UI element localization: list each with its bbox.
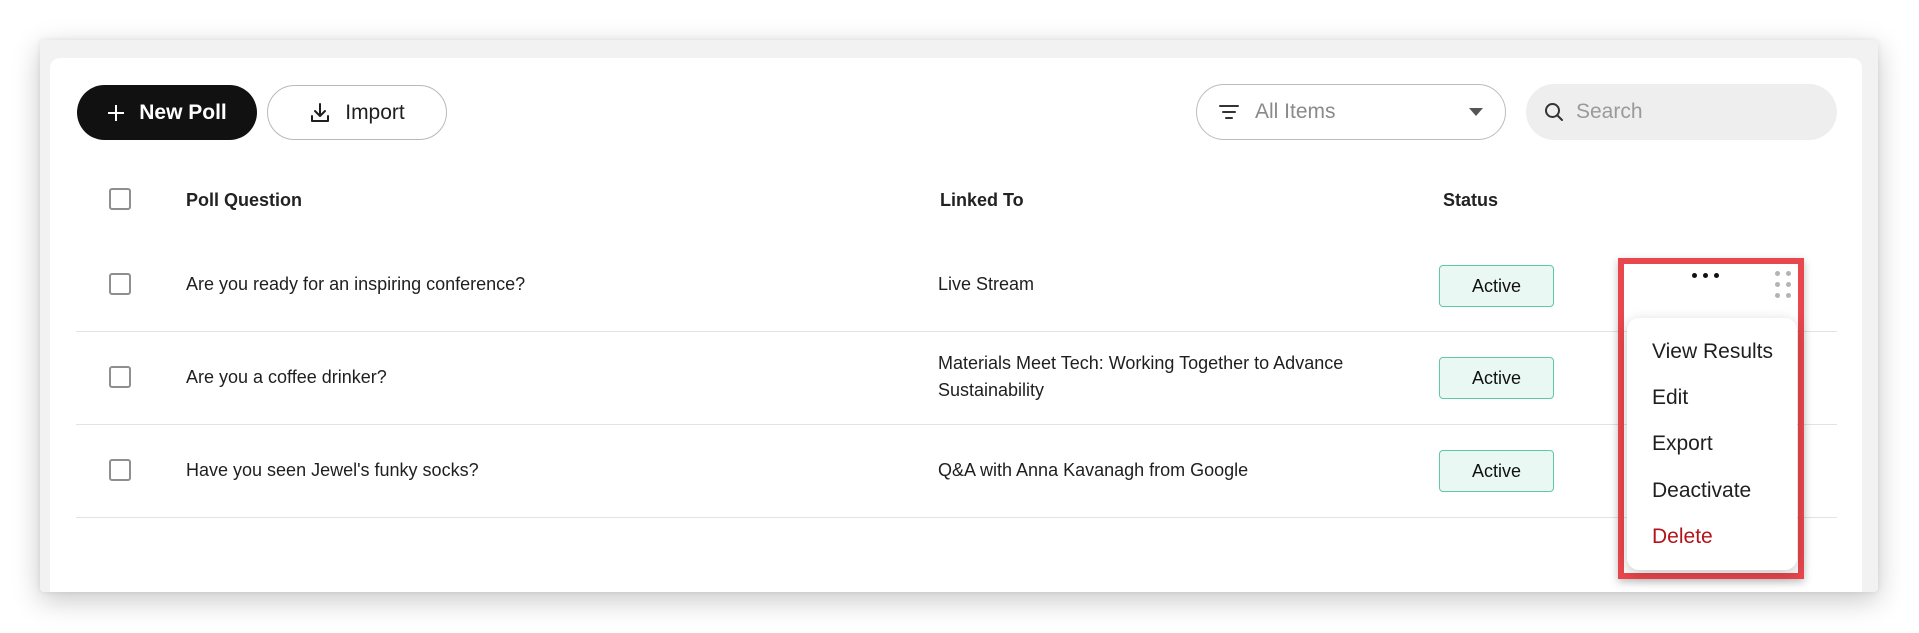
search-placeholder: Search [1576,100,1643,123]
poll-question: Are you a coffee drinker? [186,367,387,387]
search-icon [1545,103,1563,121]
row-divider [76,424,1837,425]
new-poll-label: New Poll [139,100,227,124]
row-checkbox[interactable] [109,366,131,388]
column-header-poll-question[interactable]: Poll Question [186,190,302,211]
row-checkbox[interactable] [109,459,131,481]
row-divider [76,331,1837,332]
column-header-status[interactable]: Status [1443,190,1498,211]
menu-item-export[interactable]: Export [1652,432,1713,456]
menu-item-edit[interactable]: Edit [1652,386,1688,410]
status-badge: Active [1439,265,1554,307]
import-label: Import [345,100,405,124]
caret-down-icon [1469,108,1483,116]
column-header-linked-to[interactable]: Linked To [940,190,1024,211]
menu-item-view-results[interactable]: View Results [1652,340,1773,364]
status-badge: Active [1439,450,1554,492]
filter-selected-value: All Items [1255,100,1336,123]
menu-item-delete[interactable]: Delete [1652,525,1713,549]
poll-question: Are you ready for an inspiring conferenc… [186,274,526,294]
plus-icon [108,104,125,121]
linked-to: Live Stream [938,274,1035,294]
import-button[interactable]: Import [267,85,447,140]
select-all-checkbox[interactable] [109,188,131,210]
new-poll-button[interactable]: New Poll [77,85,257,140]
status-badge: Active [1439,357,1554,399]
linked-to-line2: Sustainability [938,380,1045,400]
menu-item-deactivate[interactable]: Deactivate [1652,479,1751,503]
search-input[interactable]: Search [1526,84,1837,140]
row-divider [76,517,1837,518]
filter-lines-icon [1219,105,1239,119]
row-actions-menu: View Results Edit Export Deactivate Dele… [1627,318,1797,570]
items-filter-select[interactable]: All Items [1196,84,1506,140]
download-icon [311,102,330,122]
linked-to: Q&A with Anna Kavanagh from Google [938,460,1249,480]
poll-question: Have you seen Jewel's funky socks? [186,460,479,480]
row-checkbox[interactable] [109,273,131,295]
linked-to-line1: Materials Meet Tech: Working Together to… [938,353,1344,373]
